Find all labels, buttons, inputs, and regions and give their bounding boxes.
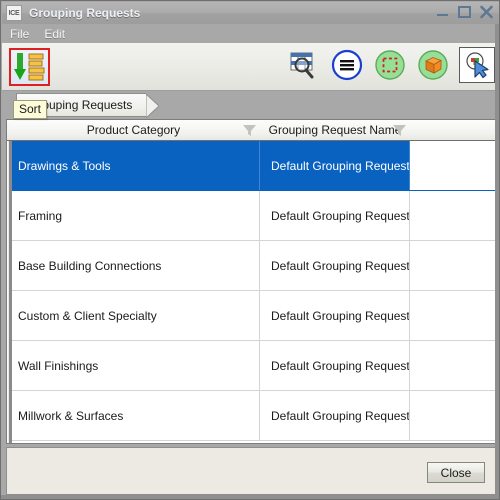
table-row[interactable]: Framing Default Grouping Request	[7, 191, 495, 241]
dashed-square-circle-icon	[375, 50, 405, 80]
column-header-empty[interactable]	[410, 120, 495, 140]
cell-grouping-request-name: Default Grouping Request	[260, 141, 410, 190]
cell-product-category: Custom & Client Specialty	[7, 291, 260, 340]
cell-grouping-request-name: Default Grouping Request	[260, 291, 410, 340]
cell-grouping-request-name: Default Grouping Request	[260, 391, 410, 440]
cell-grouping-request-name: Default Grouping Request	[260, 241, 410, 290]
menu-bar: File Edit	[2, 24, 499, 43]
window-bottom-edge	[1, 495, 499, 499]
menu-item-edit[interactable]: Edit	[42, 26, 72, 42]
tab-strip: Grouping Requests	[2, 91, 499, 119]
pick-cursor-icon	[466, 52, 489, 79]
cell-product-category: Wall Finishings	[7, 341, 260, 390]
cell-empty	[410, 391, 495, 440]
menu-item-file[interactable]: File	[8, 26, 36, 42]
cell-empty	[410, 191, 495, 240]
bottom-panel: Close	[6, 447, 496, 495]
table-row[interactable]: Drawings & Tools Default Grouping Reques…	[7, 141, 495, 191]
window-controls	[435, 4, 494, 20]
cell-grouping-request-name: Default Grouping Request	[260, 341, 410, 390]
toolbar-left-group	[9, 48, 50, 86]
window-title: Grouping Requests	[29, 6, 141, 20]
app-icon: ICE	[6, 5, 22, 21]
grid-left-gutter	[7, 141, 12, 443]
column-header-grouping-request-name[interactable]: Grouping Request Name	[260, 120, 410, 140]
toolbar	[2, 43, 499, 91]
cell-product-category: Drawings & Tools	[7, 141, 260, 190]
window-right-edge	[495, 24, 499, 499]
table-row[interactable]: Base Building Connections Default Groupi…	[7, 241, 495, 291]
cell-grouping-request-name: Default Grouping Request	[260, 191, 410, 240]
pick-tool-button[interactable]	[459, 47, 495, 83]
hamburger-circle-icon	[331, 49, 363, 81]
column-header-label: Product Category	[86, 123, 181, 137]
sort-descending-icon	[14, 53, 45, 81]
cell-empty	[410, 291, 495, 340]
title-bar[interactable]: ICE Grouping Requests	[2, 2, 499, 24]
cell-empty	[410, 341, 495, 390]
cell-empty	[410, 241, 495, 290]
cell-product-category: Base Building Connections	[7, 241, 260, 290]
column-header-label: Grouping Request Name	[268, 123, 402, 137]
cell-product-category: Millwork & Surfaces	[7, 391, 260, 440]
grid-header-row: Product Category Grouping Request Name	[7, 120, 495, 141]
cell-empty	[410, 141, 495, 190]
maximize-button[interactable]	[457, 4, 472, 20]
select-region-button[interactable]	[373, 48, 407, 82]
minimize-button[interactable]	[435, 4, 450, 20]
column-header-product-category[interactable]: Product Category	[7, 120, 260, 140]
tab-arrow-icon	[146, 94, 160, 118]
filter-funnel-icon[interactable]	[242, 124, 257, 137]
toolbar-right-group	[287, 47, 495, 83]
magnifier-table-icon	[290, 52, 314, 79]
table-row[interactable]: Custom & Client Specialty Default Groupi…	[7, 291, 495, 341]
close-button[interactable]	[479, 4, 494, 20]
zoom-table-button[interactable]	[287, 48, 321, 82]
grouping-requests-grid: Product Category Grouping Request Name D…	[6, 119, 496, 444]
list-menu-button[interactable]	[330, 48, 364, 82]
orange-cube-circle-icon	[418, 50, 448, 80]
table-row[interactable]: Wall Finishings Default Grouping Request	[7, 341, 495, 391]
sort-button[interactable]	[9, 48, 50, 86]
sort-tooltip: Sort	[13, 100, 48, 119]
model-object-button[interactable]	[416, 48, 450, 82]
grid-filler	[7, 441, 495, 443]
cell-product-category: Framing	[7, 191, 260, 240]
grid-body: Drawings & Tools Default Grouping Reques…	[7, 141, 495, 443]
close-dialog-button[interactable]: Close	[427, 462, 485, 483]
filter-funnel-icon[interactable]	[392, 124, 407, 137]
application-window: ICE Grouping Requests File Edit Grouping…	[0, 0, 500, 500]
table-row[interactable]: Millwork & Surfaces Default Grouping Req…	[7, 391, 495, 441]
